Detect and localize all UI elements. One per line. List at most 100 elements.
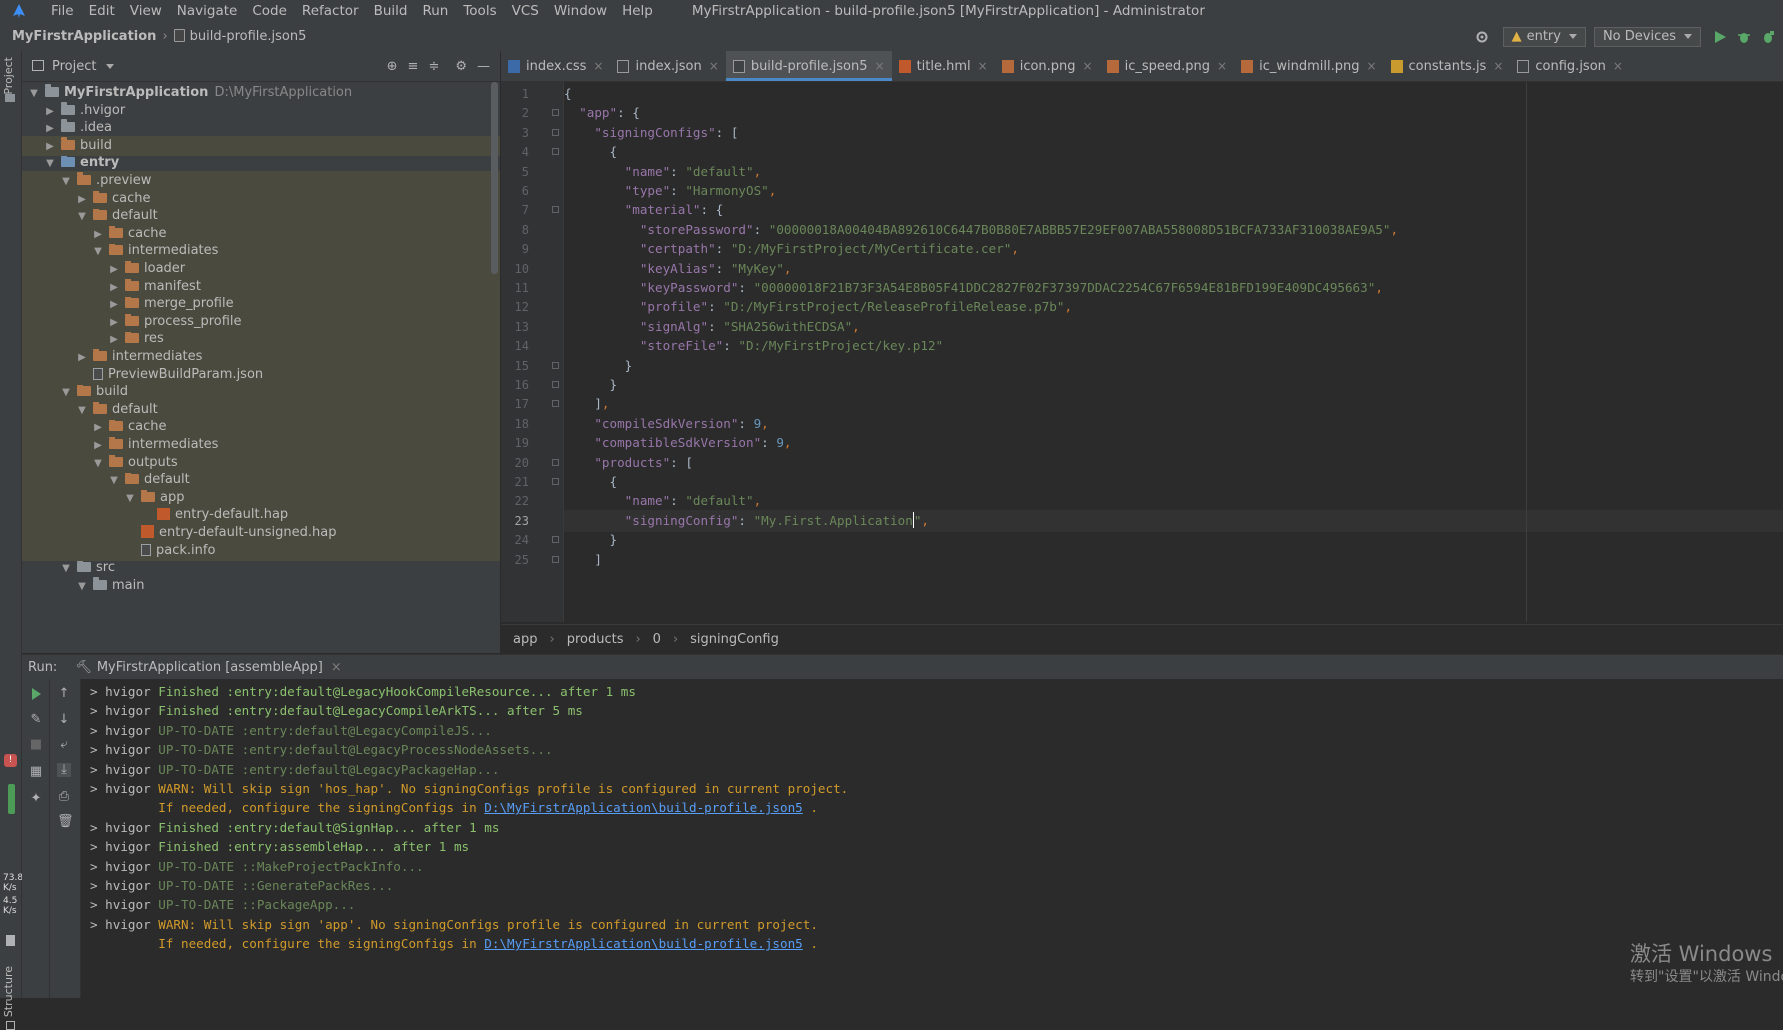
fold-marker-icon[interactable] bbox=[552, 361, 559, 369]
menu-run[interactable]: Run bbox=[414, 0, 455, 22]
chevron-right-icon[interactable]: ▶ bbox=[92, 225, 104, 245]
fold-marker-icon[interactable] bbox=[552, 128, 559, 136]
fold-marker-icon[interactable] bbox=[552, 458, 559, 466]
tree-item[interactable]: ▶ merge_profile bbox=[22, 294, 500, 315]
tree-item[interactable]: ▼ src bbox=[22, 558, 500, 578]
chevron-down-icon[interactable]: ▼ bbox=[92, 242, 104, 262]
menu-view[interactable]: View bbox=[122, 0, 169, 22]
close-icon[interactable]: × bbox=[1613, 59, 1623, 73]
chevron-down-icon[interactable] bbox=[106, 63, 115, 69]
chevron-down-icon[interactable]: ▼ bbox=[76, 577, 88, 597]
menu-edit[interactable]: Edit bbox=[81, 0, 122, 22]
expand-all-icon[interactable]: ≡ bbox=[408, 59, 419, 74]
attach-debugger-icon[interactable] bbox=[1761, 30, 1775, 44]
run-icon[interactable] bbox=[1713, 30, 1727, 44]
pin-icon[interactable]: ✦ bbox=[29, 792, 43, 806]
close-icon[interactable]: × bbox=[593, 59, 603, 73]
breadcrumb-item[interactable]: products bbox=[567, 632, 624, 647]
tree-item[interactable]: entry-default-unsigned.hap bbox=[22, 523, 500, 543]
chevron-down-icon[interactable]: ▼ bbox=[108, 471, 120, 491]
fold-marker-icon[interactable] bbox=[552, 400, 559, 408]
fold-marker-icon[interactable] bbox=[552, 381, 559, 388]
tree-item[interactable]: ▼ default bbox=[22, 399, 500, 421]
tree-item[interactable]: PreviewBuildParam.json bbox=[22, 364, 500, 385]
chevron-right-icon[interactable]: ▶ bbox=[108, 260, 120, 280]
structure-tool-tab[interactable]: Structure bbox=[2, 966, 15, 1017]
project-panel-title[interactable]: Project bbox=[52, 59, 96, 74]
nav-file-crumb[interactable]: build-profile.json5 bbox=[173, 29, 306, 44]
wrench-icon[interactable]: ✎ bbox=[29, 713, 43, 727]
print-icon[interactable]: ⎙ bbox=[57, 790, 71, 804]
tree-item[interactable]: ▶ .idea bbox=[22, 118, 500, 138]
fold-marker-icon[interactable] bbox=[552, 555, 559, 563]
menu-window[interactable]: Window bbox=[546, 0, 614, 22]
editor-tab[interactable]: index.css × bbox=[501, 51, 610, 81]
tree-item[interactable]: ▶ process_profile bbox=[22, 311, 500, 332]
menu-help[interactable]: Help bbox=[614, 0, 660, 22]
menu-tools[interactable]: Tools bbox=[455, 0, 503, 22]
notification-badge-icon[interactable]: ! bbox=[4, 754, 17, 767]
debug-icon[interactable] bbox=[1737, 30, 1751, 44]
close-icon[interactable]: × bbox=[1083, 59, 1093, 73]
chevron-down-icon[interactable]: ▼ bbox=[60, 172, 72, 192]
editor-tab[interactable]: title.hml × bbox=[892, 51, 995, 81]
locate-file-icon[interactable]: ⊕ bbox=[387, 59, 398, 74]
tree-item[interactable]: ▼ app bbox=[22, 487, 500, 508]
menu-build[interactable]: Build bbox=[366, 0, 415, 22]
editor-tab[interactable]: index.json × bbox=[610, 51, 725, 81]
editor-tab[interactable]: icon.png × bbox=[995, 51, 1100, 81]
tree-item[interactable]: ▶ build bbox=[22, 135, 500, 157]
tree-item[interactable]: ▶ cache bbox=[22, 188, 500, 210]
code-line[interactable]: ] bbox=[564, 549, 1783, 571]
chevron-down-icon[interactable]: ▼ bbox=[76, 401, 88, 421]
tree-item[interactable]: ▶ res bbox=[22, 329, 500, 350]
chevron-right-icon[interactable]: ▶ bbox=[76, 190, 88, 210]
config-file-link[interactable]: D:\MyFirstrApplication\build-profile.jso… bbox=[484, 800, 802, 815]
stop-icon[interactable]: ■ bbox=[29, 738, 43, 752]
module-selector[interactable]: ▲ entry bbox=[1502, 26, 1586, 47]
chevron-down-icon[interactable]: ▼ bbox=[60, 383, 72, 403]
tree-item[interactable]: ▼ main bbox=[22, 576, 500, 596]
arrow-down-icon[interactable]: ↓ bbox=[57, 713, 71, 727]
menu-navigate[interactable]: Navigate bbox=[169, 0, 245, 22]
editor-tab[interactable]: constants.js × bbox=[1384, 51, 1511, 81]
chevron-right-icon[interactable]: ▶ bbox=[108, 295, 120, 315]
menu-file[interactable]: File bbox=[43, 0, 81, 22]
breadcrumb-item[interactable]: app bbox=[513, 632, 537, 647]
close-icon[interactable]: × bbox=[331, 660, 342, 675]
close-icon[interactable]: × bbox=[875, 59, 885, 73]
close-icon[interactable]: × bbox=[1366, 59, 1376, 73]
close-icon[interactable]: × bbox=[978, 59, 988, 73]
close-icon[interactable]: × bbox=[1493, 59, 1503, 73]
chevron-down-icon[interactable]: ▼ bbox=[92, 454, 104, 474]
tree-item[interactable]: pack.info bbox=[22, 540, 500, 561]
close-icon[interactable]: × bbox=[1217, 59, 1227, 73]
menu-code[interactable]: Code bbox=[244, 0, 294, 22]
arrow-up-icon[interactable]: ↑ bbox=[57, 687, 71, 701]
tree-item[interactable]: ▶ .hvigor bbox=[22, 101, 500, 121]
editor-tab[interactable]: config.json × bbox=[1510, 51, 1630, 81]
device-selector[interactable]: No Devices bbox=[1593, 26, 1701, 47]
menu-refactor[interactable]: Refactor bbox=[294, 0, 366, 22]
breadcrumb-item[interactable]: 0 bbox=[653, 632, 661, 647]
editor-tab[interactable]: ic_windmill.png × bbox=[1234, 51, 1383, 81]
tree-item[interactable]: ▶ cache bbox=[22, 417, 500, 438]
fold-marker-icon[interactable] bbox=[552, 478, 559, 485]
chevron-right-icon[interactable]: ▶ bbox=[108, 330, 120, 350]
fold-marker-icon[interactable] bbox=[552, 536, 559, 544]
fold-marker-icon[interactable] bbox=[552, 109, 559, 117]
tree-item[interactable]: ▶ manifest bbox=[22, 276, 500, 298]
chevron-right-icon[interactable]: ▶ bbox=[92, 436, 104, 456]
tree-item[interactable]: ▼ MyFirstrApplication D:\MyFirstApplicatio… bbox=[22, 83, 500, 103]
soft-wrap-icon[interactable]: ⤶ bbox=[57, 738, 71, 752]
editor-tab[interactable]: build-profile.json5 × bbox=[725, 51, 892, 81]
nav-project-crumb[interactable]: MyFirstrApplication bbox=[12, 29, 156, 44]
chevron-right-icon[interactable]: ▶ bbox=[44, 137, 56, 157]
tree-item[interactable]: ▼ default bbox=[22, 206, 500, 227]
chevron-down-icon[interactable]: ▼ bbox=[28, 84, 40, 104]
tree-item[interactable]: ▶ intermediates bbox=[22, 347, 500, 367]
layout-icon[interactable]: ▦ bbox=[29, 765, 43, 779]
fold-marker-icon[interactable] bbox=[552, 148, 559, 156]
chevron-right-icon[interactable]: ▶ bbox=[108, 278, 120, 298]
chevron-right-icon[interactable]: ▶ bbox=[44, 119, 56, 139]
